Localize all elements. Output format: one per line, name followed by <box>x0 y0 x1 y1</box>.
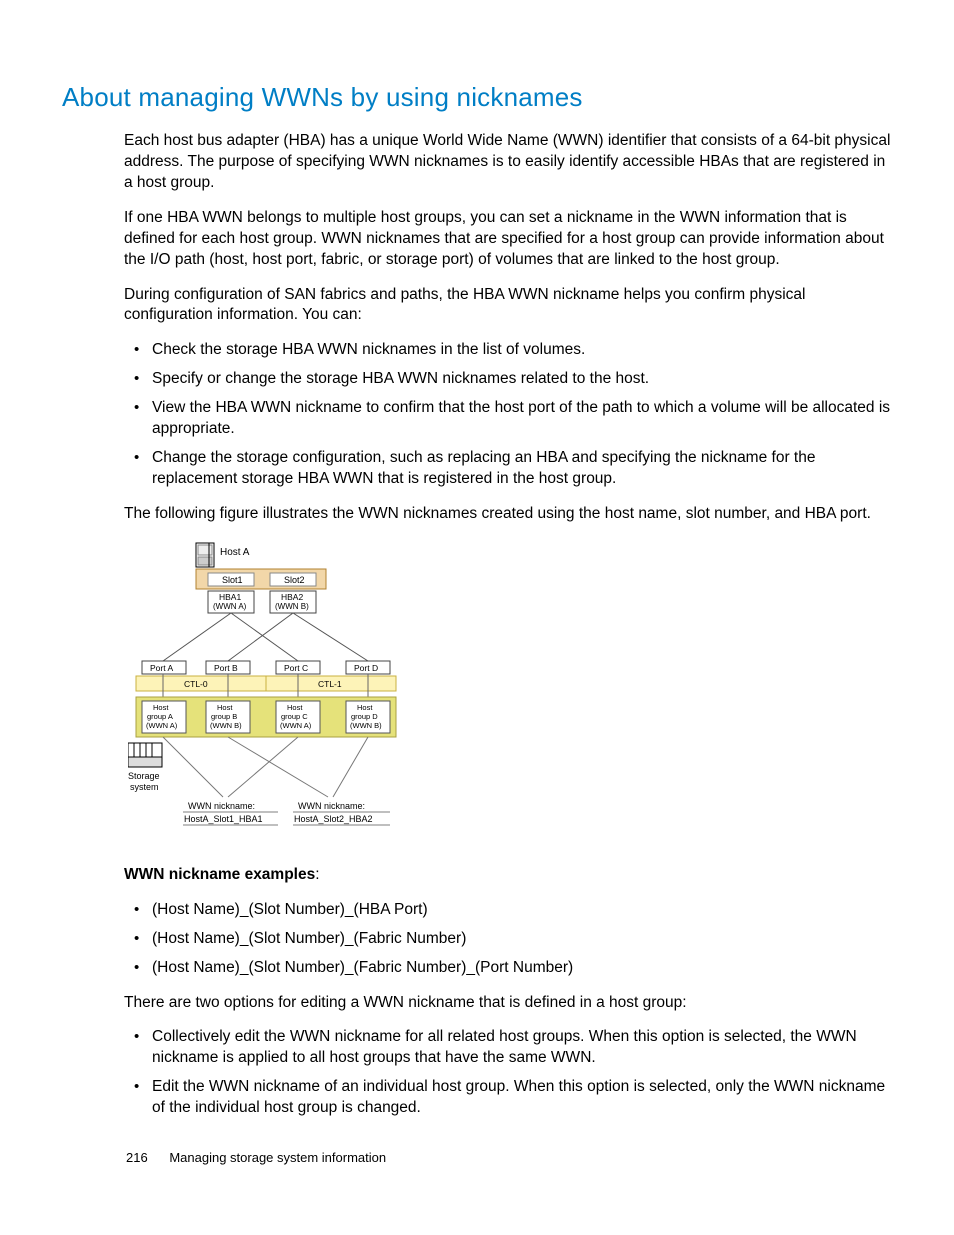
hg-c-w: (WWN A) <box>280 721 312 730</box>
hba1-label: HBA1 <box>219 592 241 602</box>
hg-a: group A <box>147 712 173 721</box>
paragraph-4: The following figure illustrates the WWN… <box>124 504 892 525</box>
host-a-label: Host A <box>220 547 250 558</box>
nick2-val: HostA_Slot2_HBA2 <box>294 814 373 824</box>
slot1-label: Slot1 <box>222 575 243 585</box>
hg-a-h: Host <box>153 703 169 712</box>
hg-d: group D <box>351 712 378 721</box>
examples-label: WWN nickname examples <box>124 866 315 883</box>
nick2-label: WWN nickname: <box>298 801 365 811</box>
wwn-diagram: Host A Slot1 Slot2 HBA1 (WWN A) HBA2 (WW… <box>128 539 428 849</box>
storage1: Storage <box>128 771 160 781</box>
list-item: Collectively edit the WWN nickname for a… <box>124 1027 892 1069</box>
hg-c: group C <box>281 712 308 721</box>
hg-c-h: Host <box>287 703 303 712</box>
page: About managing WWNs by using nicknames E… <box>0 0 954 1119</box>
edit-options-list: Collectively edit the WWN nickname for a… <box>124 1027 892 1119</box>
examples-heading: WWN nickname examples: <box>124 865 892 886</box>
paragraph-2: If one HBA WWN belongs to multiple host … <box>124 208 892 271</box>
hba1-wwn: (WWN A) <box>213 602 247 611</box>
ctl1: CTL-1 <box>318 679 342 689</box>
hg-d-w: (WWN B) <box>350 721 382 730</box>
storage2: system <box>130 782 159 792</box>
paragraph-3: During configuration of SAN fabrics and … <box>124 285 892 327</box>
port-d: Port D <box>354 663 378 673</box>
list-item: Check the storage HBA WWN nicknames in t… <box>124 340 892 361</box>
list-item: (Host Name)_(Slot Number)_(Fabric Number… <box>124 958 892 979</box>
slot2-label: Slot2 <box>284 575 305 585</box>
hba2-wwn: (WWN B) <box>275 602 309 611</box>
hg-b-h: Host <box>217 703 233 712</box>
page-footer: 216 Managing storage system information <box>126 1150 386 1165</box>
hba2-label: HBA2 <box>281 592 303 602</box>
port-c: Port C <box>284 663 308 673</box>
list-item: (Host Name)_(Slot Number)_(Fabric Number… <box>124 929 892 950</box>
section-title: About managing WWNs by using nicknames <box>62 82 892 113</box>
hg-d-h: Host <box>357 703 373 712</box>
paragraph-5: There are two options for editing a WWN … <box>124 993 892 1014</box>
body: Each host bus adapter (HBA) has a unique… <box>124 131 892 1119</box>
list-item: Change the storage configuration, such a… <box>124 448 892 490</box>
paragraph-1: Each host bus adapter (HBA) has a unique… <box>124 131 892 194</box>
chapter-title: Managing storage system information <box>169 1150 386 1165</box>
examples-list: (Host Name)_(Slot Number)_(HBA Port) (Ho… <box>124 900 892 979</box>
list-item: Specify or change the storage HBA WWN ni… <box>124 369 892 390</box>
hg-b-w: (WWN B) <box>210 721 242 730</box>
page-number: 216 <box>126 1150 148 1165</box>
hg-a-w: (WWN A) <box>146 721 178 730</box>
nick1-val: HostA_Slot1_HBA1 <box>184 814 263 824</box>
nick1-label: WWN nickname: <box>188 801 255 811</box>
port-b: Port B <box>214 663 238 673</box>
hg-b: group B <box>211 712 237 721</box>
capabilities-list: Check the storage HBA WWN nicknames in t… <box>124 340 892 490</box>
list-item: View the HBA WWN nickname to confirm tha… <box>124 398 892 440</box>
list-item: (Host Name)_(Slot Number)_(HBA Port) <box>124 900 892 921</box>
port-a: Port A <box>150 663 173 673</box>
ctl0: CTL-0 <box>184 679 208 689</box>
list-item: Edit the WWN nickname of an individual h… <box>124 1077 892 1119</box>
